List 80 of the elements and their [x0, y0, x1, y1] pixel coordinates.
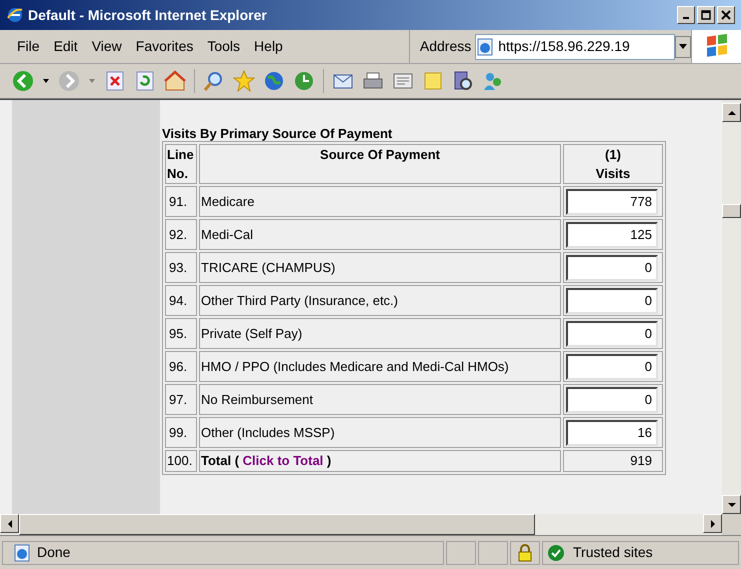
- scroll-thumb[interactable]: [19, 514, 535, 535]
- table-cell: 91.: [165, 186, 197, 217]
- scroll-left-button[interactable]: [0, 514, 19, 533]
- browser-logo-icon: [6, 6, 24, 24]
- section-heading: Visits By Primary Source Of Payment: [162, 125, 394, 141]
- number-field[interactable]: 0: [566, 320, 658, 346]
- arrow-icon: [708, 520, 716, 528]
- menu-item[interactable]: Favorites: [128, 36, 200, 57]
- scroll-thumb[interactable]: [722, 204, 741, 218]
- zone-text: Trusted sites: [573, 543, 653, 562]
- address-field[interactable]: https://158.96.229.19: [475, 34, 676, 60]
- table-cell: 94.: [165, 285, 197, 316]
- number-field[interactable]: 778: [566, 188, 658, 214]
- table-cell: 96.: [165, 351, 197, 382]
- status-panel: [478, 540, 508, 564]
- number-field[interactable]: 0: [566, 254, 658, 280]
- number-field[interactable]: 0: [566, 354, 658, 380]
- table-cell: Medicare: [199, 186, 561, 217]
- table-cell: Other (Includes MSSP): [199, 417, 561, 448]
- check-icon: [547, 544, 565, 562]
- status-panel: [446, 540, 476, 564]
- star-icon[interactable]: [233, 70, 255, 92]
- scroll-up-button[interactable]: [722, 103, 741, 122]
- maximize-icon: [701, 10, 711, 20]
- refresh-icon[interactable]: [134, 70, 156, 92]
- table-cell: No Reimbursement: [199, 384, 561, 415]
- total-link[interactable]: Click to Total: [242, 453, 324, 468]
- table-cell: 92.: [165, 219, 197, 250]
- column-header: Source Of Payment: [199, 144, 561, 184]
- table-cell: Medi-Cal: [199, 219, 561, 250]
- dropdown-button[interactable]: [675, 36, 692, 58]
- menu-item[interactable]: Edit: [46, 36, 85, 57]
- arrow-icon: [728, 108, 736, 116]
- research-icon[interactable]: [452, 70, 474, 92]
- scroll-down-button[interactable]: [722, 495, 741, 514]
- table-cell: 100.: [165, 450, 197, 472]
- page-icon: [13, 544, 31, 562]
- menu-item[interactable]: View: [84, 36, 129, 57]
- table-cell: Other Third Party (Insurance, etc.): [199, 285, 561, 316]
- history-icon[interactable]: [293, 70, 315, 92]
- table-cell: 95.: [165, 318, 197, 349]
- table-cell: TRICARE (CHAMPUS): [199, 252, 561, 283]
- maximize-button[interactable]: [697, 6, 715, 24]
- table-cell: 97.: [165, 384, 197, 415]
- page-icon: [476, 38, 494, 56]
- menu-item[interactable]: Tools: [200, 36, 248, 57]
- caret-icon: [679, 44, 688, 49]
- padlock-icon: [516, 543, 534, 562]
- column-header: (1) Visits: [563, 144, 663, 184]
- number-field[interactable]: 0: [566, 288, 658, 314]
- minimize-icon: [683, 17, 689, 19]
- globe-icon[interactable]: [263, 70, 285, 92]
- horizontal-scrollbar[interactable]: [0, 514, 741, 535]
- scroll-right-button[interactable]: [703, 514, 722, 533]
- status-text: Done: [37, 543, 70, 562]
- menu-item[interactable]: Help: [247, 36, 290, 57]
- number-field[interactable]: 0: [566, 386, 658, 412]
- arrow-icon: [728, 500, 736, 508]
- window-title: Default - Microsoft Internet Explorer: [28, 6, 267, 25]
- table-cell: HMO / PPO (Includes Medicare and Medi-Cal HMOs): [199, 351, 561, 382]
- total-label: Total ( Click to Total ): [201, 453, 332, 468]
- total-value: 919: [630, 453, 652, 468]
- home-icon[interactable]: [164, 70, 186, 92]
- table-cell: Private (Self Pay): [199, 318, 561, 349]
- stop-icon[interactable]: [104, 70, 126, 92]
- address-label: Address: [420, 37, 472, 56]
- table-cell: 99.: [165, 417, 197, 448]
- number-field[interactable]: 125: [566, 222, 658, 248]
- minimize-button[interactable]: [677, 6, 695, 24]
- search-icon[interactable]: [203, 70, 225, 92]
- column-header: Line No.: [165, 144, 197, 184]
- scrollbar-corner: [722, 514, 741, 535]
- close-icon: [721, 10, 731, 20]
- menu-item[interactable]: File: [10, 36, 47, 57]
- windows-logo-icon: [704, 34, 729, 60]
- vertical-scrollbar[interactable]: [722, 100, 741, 514]
- close-button[interactable]: [717, 6, 735, 24]
- number-field[interactable]: 16: [566, 420, 658, 446]
- arrow-icon: [6, 520, 14, 528]
- table-cell: 93.: [165, 252, 197, 283]
